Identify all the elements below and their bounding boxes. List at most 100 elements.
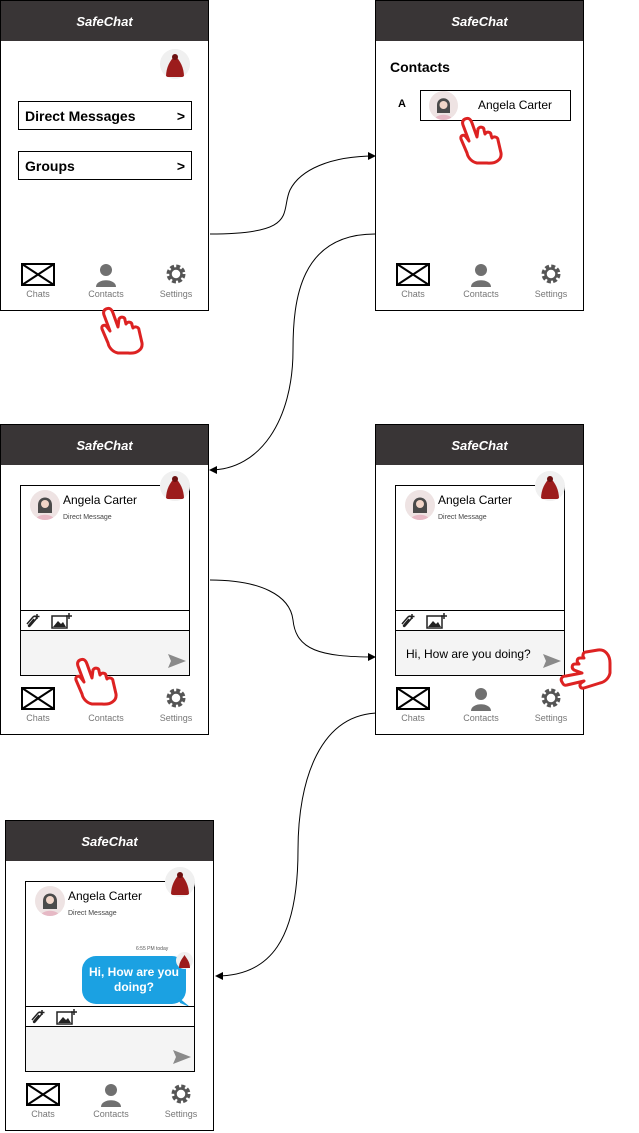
contact-avatar-icon bbox=[429, 91, 458, 120]
message-timestamp: 6:55 PM today bbox=[136, 946, 169, 952]
send-icon[interactable] bbox=[172, 1049, 192, 1065]
user-avatar-icon bbox=[165, 867, 195, 897]
nav-settings-label: Settings bbox=[164, 1109, 198, 1119]
chevron-right-icon: > bbox=[176, 157, 185, 174]
chat-contact-name: Angela Carter bbox=[438, 493, 513, 507]
nav-settings-label: Settings bbox=[534, 713, 568, 723]
connector-1-2 bbox=[209, 152, 376, 235]
app-header: SafeChat bbox=[376, 1, 583, 41]
user-avatar[interactable] bbox=[160, 471, 190, 501]
contact-avatar bbox=[35, 886, 65, 916]
nav-chats-label: Chats bbox=[401, 289, 425, 299]
image-add-icon[interactable] bbox=[51, 612, 73, 630]
nav-chats-label: Chats bbox=[31, 1109, 55, 1119]
screen-home: SafeChat Direct Messages > Groups > Chat… bbox=[0, 0, 209, 311]
sent-message-text: Hi, How are you doing? bbox=[88, 965, 180, 994]
chats-icon bbox=[396, 687, 430, 710]
contacts-icon bbox=[101, 1084, 121, 1107]
app-header: SafeChat bbox=[6, 821, 213, 861]
contact-avatar bbox=[30, 490, 60, 520]
contacts-icon bbox=[471, 264, 491, 287]
groups-label: Groups bbox=[25, 157, 75, 174]
section-letter: A bbox=[398, 98, 406, 110]
user-avatar-icon bbox=[160, 471, 190, 501]
tap-hand-icon bbox=[459, 116, 503, 165]
attachment-icon[interactable] bbox=[398, 612, 416, 630]
chat-subtitle: Direct Message bbox=[63, 514, 112, 521]
gear-icon bbox=[166, 264, 186, 284]
tap-hand-icon bbox=[100, 306, 144, 355]
contact-avatar-icon bbox=[30, 490, 60, 520]
message-input-text: Hi, How are you doing? bbox=[406, 647, 531, 661]
chats-icon bbox=[21, 687, 55, 710]
app-header: SafeChat bbox=[1, 425, 208, 465]
image-add-icon[interactable] bbox=[426, 612, 448, 630]
nav-contacts-label: Contacts bbox=[463, 289, 499, 299]
message-input[interactable] bbox=[26, 1027, 194, 1071]
nav-chats-label: Chats bbox=[26, 289, 50, 299]
user-avatar-icon bbox=[535, 471, 565, 501]
gear-icon bbox=[171, 1084, 191, 1104]
chat-panel: Angela Carter Direct Message 6:55 PM tod… bbox=[25, 881, 195, 1072]
nav-contacts-label: Contacts bbox=[88, 289, 124, 299]
app-header: SafeChat bbox=[376, 425, 583, 465]
chevron-right-icon: > bbox=[176, 107, 185, 124]
gear-icon bbox=[166, 688, 186, 708]
direct-messages-label: Direct Messages bbox=[25, 107, 136, 124]
chat-contact-name: Angela Carter bbox=[63, 493, 138, 507]
message-input[interactable]: Hi, How are you doing? bbox=[396, 631, 564, 675]
sent-message-bubble: Hi, How are you doing? bbox=[82, 956, 186, 1004]
user-avatar[interactable] bbox=[535, 471, 565, 501]
tap-hand-icon bbox=[559, 648, 612, 690]
nav-contacts-label: Contacts bbox=[93, 1109, 129, 1119]
nav-chats-label: Chats bbox=[26, 713, 50, 723]
contact-avatar-icon bbox=[35, 886, 65, 916]
nav-settings-label: Settings bbox=[159, 713, 193, 723]
chats-icon bbox=[26, 1083, 60, 1106]
contact-avatar bbox=[405, 490, 435, 520]
screen-chat-sent: SafeChat Angela Carter Direct Message 6:… bbox=[5, 820, 214, 1131]
gear-icon bbox=[541, 264, 561, 284]
contacts-icon bbox=[471, 688, 491, 711]
nav-settings-label: Settings bbox=[534, 289, 568, 299]
bottom-nav: Chats Contacts Settings bbox=[6, 1083, 213, 1125]
chat-toolbar bbox=[26, 1006, 194, 1027]
chats-icon bbox=[21, 263, 55, 286]
app-header: SafeChat bbox=[1, 1, 208, 41]
nav-chats-label: Chats bbox=[401, 713, 425, 723]
chats-icon bbox=[396, 263, 430, 286]
user-avatar[interactable] bbox=[160, 49, 190, 79]
tap-hand-icon bbox=[74, 657, 118, 706]
contact-avatar bbox=[429, 91, 458, 120]
image-add-icon[interactable] bbox=[56, 1008, 78, 1026]
chat-panel: Angela Carter Direct Message bbox=[20, 485, 190, 676]
connector-2-3 bbox=[209, 233, 376, 474]
connector-4-5 bbox=[215, 712, 381, 980]
user-avatar-icon bbox=[160, 49, 190, 79]
send-icon[interactable] bbox=[167, 653, 187, 669]
contact-name: Angela Carter bbox=[478, 98, 553, 112]
chat-subtitle: Direct Message bbox=[438, 514, 487, 521]
screen-chat-typing: SafeChat Angela Carter Direct Message Hi… bbox=[375, 424, 584, 735]
nav-settings-label: Settings bbox=[159, 289, 193, 299]
direct-messages-button[interactable]: Direct Messages > bbox=[18, 101, 192, 130]
groups-button[interactable]: Groups > bbox=[18, 151, 192, 180]
bottom-nav: Chats Contacts Settings bbox=[376, 263, 583, 305]
attachment-icon[interactable] bbox=[28, 1008, 46, 1026]
chat-contact-name: Angela Carter bbox=[68, 889, 143, 903]
contacts-title: Contacts bbox=[390, 59, 450, 75]
attachment-icon[interactable] bbox=[23, 612, 41, 630]
chat-toolbar bbox=[21, 610, 189, 631]
user-avatar[interactable] bbox=[165, 867, 195, 897]
bottom-nav: Chats Contacts Settings bbox=[1, 263, 208, 305]
bottom-nav: Chats Contacts Settings bbox=[376, 687, 583, 729]
nav-contacts-label: Contacts bbox=[88, 713, 124, 723]
chat-toolbar bbox=[396, 610, 564, 631]
nav-contacts-label: Contacts bbox=[463, 713, 499, 723]
connector-3-4 bbox=[209, 579, 376, 661]
contacts-icon bbox=[96, 264, 116, 287]
contact-avatar-icon bbox=[405, 490, 435, 520]
chat-subtitle: Direct Message bbox=[68, 910, 117, 917]
chat-panel: Angela Carter Direct Message Hi, How are… bbox=[395, 485, 565, 676]
sender-avatar-icon bbox=[176, 952, 193, 969]
